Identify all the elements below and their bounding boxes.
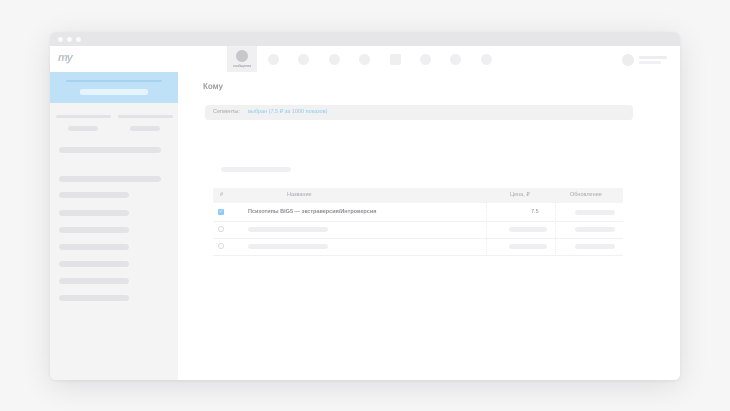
row-checkbox[interactable] <box>218 243 224 249</box>
sidebar-item[interactable] <box>59 261 129 267</box>
sidebar-filter-placeholder[interactable] <box>68 126 98 131</box>
app-window: my сообщения Кому Сегменты: выбран (7.5 … <box>50 32 680 380</box>
row-name: Психотипы BIG5 — экстраверсия/Интроверси… <box>248 209 377 215</box>
row-name-placeholder <box>248 244 328 249</box>
sidebar-item[interactable] <box>59 176 161 182</box>
main-content: Кому Сегменты: выбран (7.5 ₽ за 1000 пок… <box>178 72 680 380</box>
window-maximize-dot[interactable] <box>76 37 81 42</box>
messages-icon <box>236 50 248 62</box>
sidebar-tab-placeholder[interactable] <box>118 115 173 118</box>
segments-table: # Название Цена, ₽ Обновление ✓ Психотип… <box>213 188 623 256</box>
row-price-placeholder <box>509 227 547 232</box>
nav-icon-9[interactable] <box>481 54 492 65</box>
user-name-placeholder <box>639 56 667 59</box>
sidebar-item[interactable] <box>59 147 161 153</box>
nav-icon-3[interactable] <box>298 54 309 65</box>
nav-icon-5[interactable] <box>359 54 370 65</box>
sidebar-item[interactable] <box>59 227 129 233</box>
sidebar-tab-placeholder[interactable] <box>56 115 111 118</box>
sidebar-item[interactable] <box>59 244 129 250</box>
table-row[interactable]: ✓ Психотипы BIG5 — экстраверсия/Интровер… <box>213 204 623 222</box>
table-row[interactable] <box>213 238 623 256</box>
search-input[interactable] <box>221 167 291 172</box>
user-role-placeholder <box>639 61 661 64</box>
segments-link[interactable]: выбран (7.5 ₽ за 1000 показов) <box>248 109 327 115</box>
nav-icon-7[interactable] <box>420 54 431 65</box>
sidebar-item[interactable] <box>59 295 129 301</box>
sidebar-item[interactable] <box>59 278 129 284</box>
app-header: my сообщения <box>50 46 680 73</box>
calendar-icon[interactable] <box>390 54 401 65</box>
row-updated-placeholder <box>575 244 615 249</box>
table-header: # Название Цена, ₽ Обновление <box>213 188 623 203</box>
nav-item-label: сообщения <box>232 64 252 68</box>
page-title: Кому <box>203 82 223 91</box>
segments-bar: Сегменты: выбран (7.5 ₽ за 1000 показов) <box>205 105 633 120</box>
row-updated-placeholder <box>575 227 615 232</box>
sidebar-filter-placeholder[interactable] <box>130 126 160 131</box>
sidebar <box>50 72 178 380</box>
window-minimize-dot[interactable] <box>67 37 72 42</box>
sidebar-item[interactable] <box>59 210 129 216</box>
nav-icon-2[interactable] <box>268 54 279 65</box>
row-checkbox[interactable] <box>218 226 224 232</box>
column-header-check: # <box>220 192 224 198</box>
row-updated-placeholder <box>575 210 615 215</box>
window-titlebar <box>50 32 680 46</box>
row-checkbox[interactable]: ✓ <box>218 209 224 215</box>
column-header-updated[interactable]: Обновление <box>570 192 602 198</box>
segments-label: Сегменты: <box>213 109 240 115</box>
row-name-placeholder <box>248 227 328 232</box>
column-header-price[interactable]: Цена, ₽ <box>510 192 530 198</box>
sidebar-caption-placeholder <box>66 80 162 82</box>
nav-icon-4[interactable] <box>329 54 340 65</box>
table-row[interactable] <box>213 221 623 239</box>
logo-icon[interactable]: my <box>58 52 84 66</box>
row-price-placeholder <box>509 244 547 249</box>
nav-item-messages[interactable]: сообщения <box>227 46 257 72</box>
column-header-name[interactable]: Название <box>287 192 312 198</box>
avatar[interactable] <box>622 54 634 66</box>
sidebar-item[interactable] <box>59 192 129 198</box>
window-close-dot[interactable] <box>58 37 63 42</box>
sidebar-create-button[interactable] <box>80 89 148 95</box>
row-price: 7.5 <box>531 209 539 215</box>
sidebar-create-panel[interactable] <box>50 72 178 103</box>
nav-icon-8[interactable] <box>450 54 461 65</box>
